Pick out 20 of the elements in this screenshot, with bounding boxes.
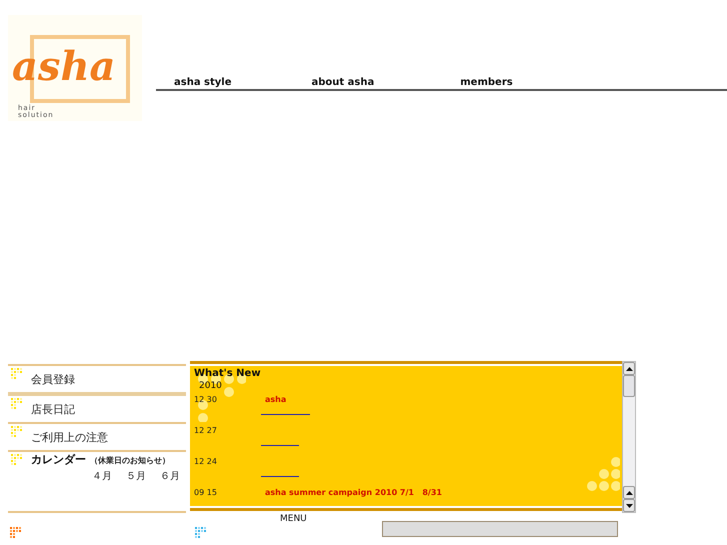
news-link[interactable]: asha summer campaign 2010 7/1 8/31 (265, 488, 442, 496)
menu-link[interactable]: 店長日記 (31, 402, 75, 416)
menu-link[interactable]: 会員登録 (31, 372, 75, 386)
nav-link[interactable]: members (442, 77, 513, 89)
menu-link[interactable]: ご利用上の注意 (31, 430, 108, 444)
menu-label: MENU (280, 514, 307, 524)
nav-link[interactable]: about asha (294, 77, 374, 89)
news-link[interactable]: asha (265, 394, 286, 404)
month-link[interactable]: ６月 (160, 469, 180, 483)
news-date: 09 15 (194, 488, 218, 496)
calendar-link[interactable]: カレンダー (31, 452, 86, 467)
news-year: 2010 (199, 381, 223, 393)
month-link[interactable]: ５月 (126, 469, 146, 483)
month-link[interactable]: ４月 (92, 469, 112, 483)
calendar-note: （休業日のお知らせ） (90, 455, 170, 466)
news-date: 12 30 (194, 394, 218, 404)
news-date: 12 24 (194, 456, 218, 466)
news-title: What's New (194, 368, 262, 379)
news-date: 12 27 (194, 426, 218, 434)
nav-link[interactable]: asha style (156, 77, 232, 89)
